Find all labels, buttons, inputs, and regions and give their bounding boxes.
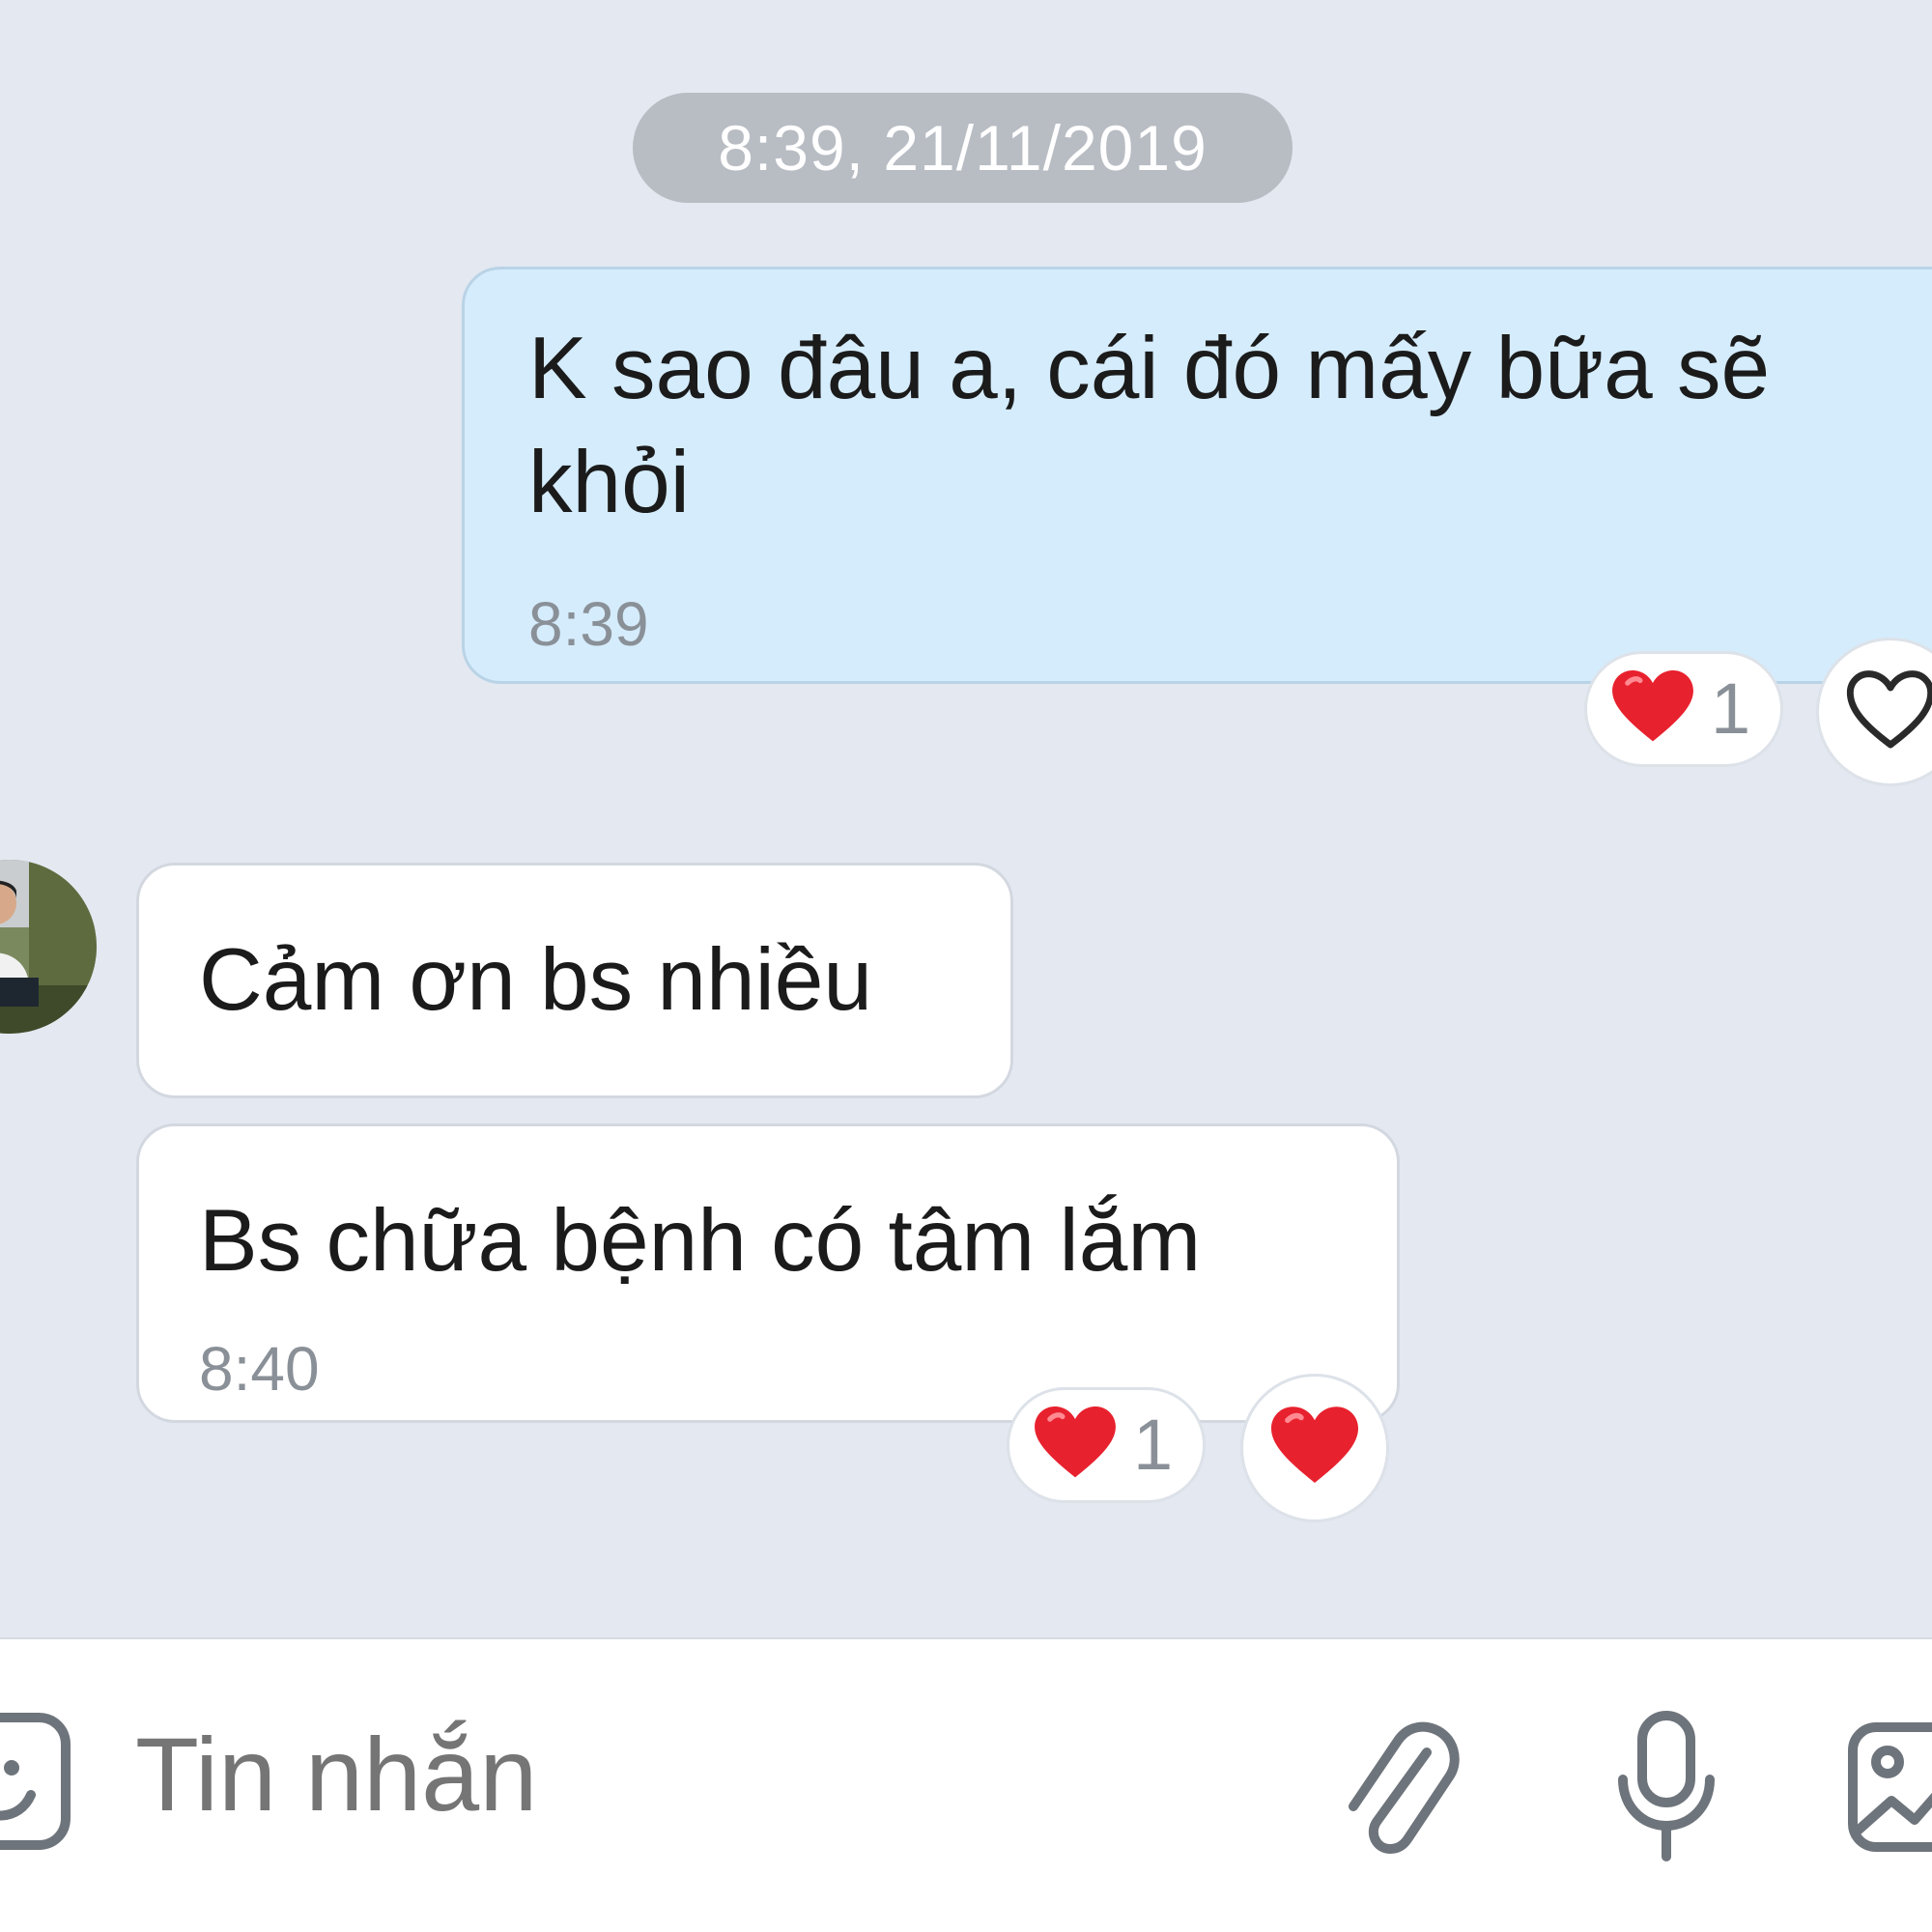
avatar[interactable]: [0, 860, 97, 1034]
date-separator: 8:39, 21/11/2019: [633, 93, 1293, 203]
heart-outline-icon: [1846, 669, 1932, 755]
reaction-count: 1: [1133, 1405, 1174, 1485]
message-composer: [0, 1637, 1932, 1932]
chat-area: 8:39, 21/11/2019 K sao đâu a, cái đó mấy…: [0, 0, 1932, 1637]
reaction-summary[interactable]: 1: [1007, 1387, 1206, 1503]
image-icon: [1845, 1719, 1932, 1860]
outgoing-message[interactable]: K sao đâu a, cái đó mấy bữa sẽ khỏi 8:39: [462, 267, 1932, 684]
message-text: Bs chữa bệnh có tâm lắm: [199, 1192, 1202, 1290]
reaction-count: 1: [1711, 668, 1751, 749]
incoming-message[interactable]: Bs chữa bệnh có tâm lắm 8:40: [136, 1123, 1400, 1423]
red-heart-icon: [1271, 1406, 1358, 1491]
microphone-icon: [1613, 1710, 1719, 1869]
reaction-summary[interactable]: 1: [1584, 651, 1783, 767]
react-button[interactable]: [1240, 1374, 1389, 1522]
message-time: 8:40: [199, 1334, 320, 1404]
message-text: K sao đâu a, cái đó mấy bữa sẽ khỏi: [528, 320, 1771, 531]
voice-button[interactable]: [1604, 1707, 1729, 1871]
emoji-icon: [0, 1710, 77, 1860]
paperclip-icon: [1338, 1710, 1463, 1869]
message-text: Cảm ơn bs nhiều: [199, 931, 873, 1029]
red-heart-icon: [1612, 669, 1693, 749]
message-input[interactable]: [135, 1707, 1294, 1842]
attach-button[interactable]: [1333, 1707, 1468, 1871]
emoji-button[interactable]: [0, 1707, 77, 1861]
incoming-message[interactable]: Cảm ơn bs nhiều: [136, 863, 1013, 1098]
red-heart-icon: [1035, 1406, 1116, 1485]
message-time: 8:39: [528, 589, 649, 659]
image-button[interactable]: [1845, 1717, 1932, 1861]
